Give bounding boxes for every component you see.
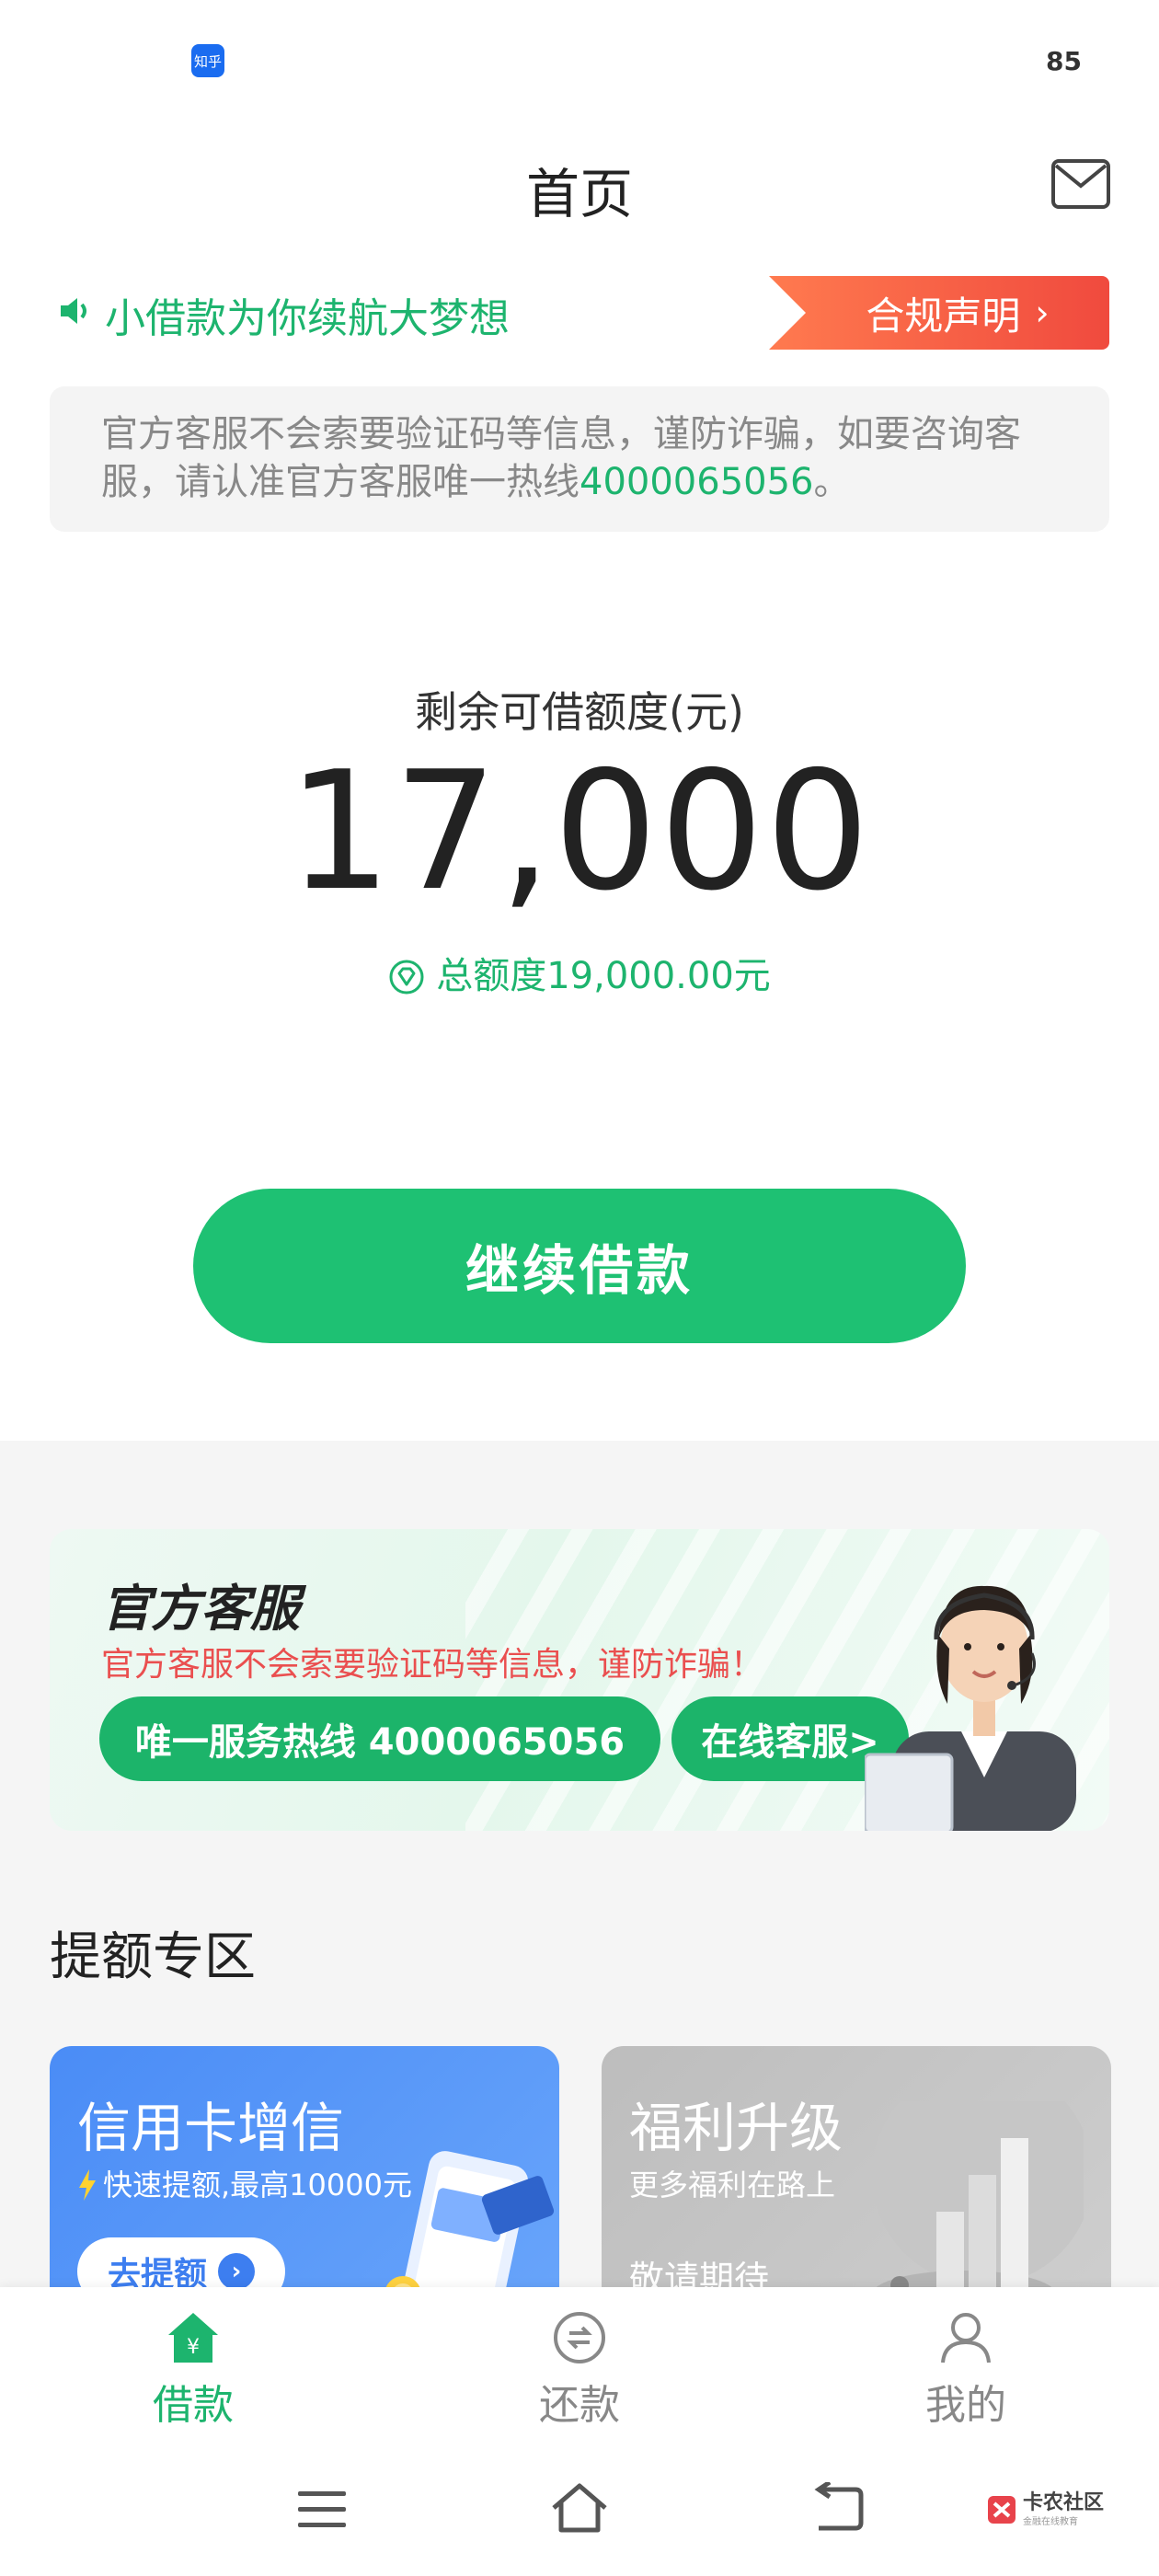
watermark-subtext: 金融在线教育 <box>1022 2516 1078 2527</box>
total-limit-row: 总额度19,000.00元 <box>0 946 1159 999</box>
home-yuan-icon: ¥ <box>168 2313 218 2363</box>
total-limit-text: 总额度19,000.00元 <box>436 955 771 997</box>
bottom-tab-bar: ¥ 借款 还款 我的 <box>0 2287 1159 2444</box>
status-bar: 知乎 85 <box>0 0 1159 120</box>
chevron-right-icon: › <box>1035 293 1050 333</box>
customer-service-banner: 官方客服 官方客服不会索要验证码等信息，谨防诈骗！ 唯一服务热线 4000065… <box>50 1529 1109 1831</box>
home-icon[interactable] <box>548 2480 611 2536</box>
hotline-number[interactable]: 4000065056 <box>580 461 814 503</box>
compliance-button-label: 合规声明 <box>866 293 1021 339</box>
anti-fraud-text: 官方客服不会索要验证码等信息，谨防诈骗，如要咨询客服，请认准官方客服唯一热线 <box>101 413 1021 503</box>
page-title: 首页 <box>525 163 633 225</box>
system-nav-bar: 卡农社区 金融在线教育 <box>0 2444 1159 2576</box>
watermark-text: 卡农社区 <box>1022 2490 1104 2514</box>
tab-repay[interactable]: 还款 <box>488 2309 671 2429</box>
continue-borrow-button[interactable]: 继续借款 <box>193 1189 966 1343</box>
speaker-icon <box>61 298 86 324</box>
battery-level: 85 <box>1046 46 1082 76</box>
anti-fraud-suffix: 。 <box>813 461 851 503</box>
banner-title: 官方客服 <box>101 1580 300 1638</box>
zhihu-app-icon: 知乎 <box>191 44 224 77</box>
tab-label: 我的 <box>925 2382 1006 2429</box>
header: 首页 <box>0 129 1159 239</box>
lightning-icon <box>79 2169 96 2201</box>
repay-icon <box>554 2312 605 2363</box>
customer-service-agent-illustration <box>865 1585 1076 1831</box>
anti-fraud-notice: 官方客服不会索要验证码等信息，谨防诈骗，如要咨询客服，请认准官方客服唯一热线40… <box>50 386 1109 532</box>
tab-label: 借款 <box>153 2382 234 2429</box>
limit-boost-section-title: 提额专区 <box>50 1927 256 1987</box>
banner-warning: 官方客服不会索要验证码等信息，谨防诈骗！ <box>101 1646 764 1684</box>
slogan-text: 小借款为你续航大梦想 <box>105 295 510 342</box>
compliance-statement-button[interactable]: 合规声明 › <box>769 276 1109 350</box>
tab-borrow[interactable]: ¥ 借款 <box>101 2309 285 2429</box>
available-limit-value: 17,000 <box>287 736 872 926</box>
arrow-right-icon: › <box>218 2253 255 2290</box>
card-title: 福利升级 <box>629 2097 843 2159</box>
svg-text:¥: ¥ <box>187 2336 200 2359</box>
menu-icon[interactable] <box>294 2486 350 2534</box>
watermark: 卡农社区 金融在线教育 <box>986 2491 1104 2528</box>
service-hotline-button[interactable]: 唯一服务热线 4000065056 <box>99 1696 660 1781</box>
user-icon <box>941 2313 991 2363</box>
tab-mine[interactable]: 我的 <box>874 2309 1058 2429</box>
notice-row: 小借款为你续航大梦想 合规声明 › <box>0 272 1159 350</box>
card-title: 信用卡增信 <box>77 2097 345 2159</box>
diamond-icon <box>389 960 424 995</box>
mail-icon[interactable] <box>1050 158 1111 210</box>
available-limit-label: 剩余可借额度(元) <box>415 687 744 737</box>
tab-label: 还款 <box>539 2382 620 2429</box>
watermark-logo-icon <box>987 2496 1016 2524</box>
card-subtitle: 更多福利在路上 <box>629 2168 836 2202</box>
back-icon[interactable] <box>809 2482 865 2534</box>
